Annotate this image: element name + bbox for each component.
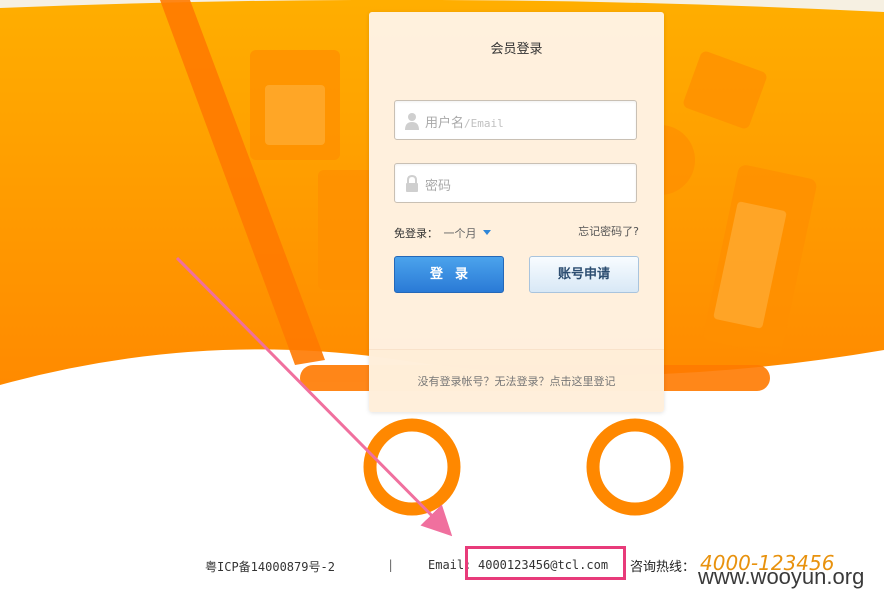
login-title: 会员登录 [490, 42, 543, 57]
register-hint-link[interactable]: 没有登录帐号？无法登录？点击这里登记 [369, 373, 664, 389]
remember-duration-value: 一个月 [443, 227, 477, 240]
icp-record: 粤ICP备14000879号-2 [205, 560, 335, 574]
apply-account-button[interactable]: 账号申请 [529, 256, 639, 293]
watermark: www.wooyun.org [698, 564, 865, 589]
remember-duration-select[interactable]: 一个月 [444, 227, 491, 240]
username-placeholder: 用户名 [425, 116, 465, 131]
chevron-down-icon [482, 230, 491, 235]
cart-wheel-right [586, 418, 684, 516]
login-card: 会员登录 用户名/Email 密码 免登录： 一个月 忘记密码了? 登录 账号申… [369, 12, 664, 412]
card-footer: 没有登录帐号？无法登录？点击这里登记 [369, 349, 664, 412]
lock-icon [406, 175, 418, 192]
user-icon [405, 113, 419, 130]
forgot-password-link[interactable]: 忘记密码了? [578, 223, 639, 239]
remember-label: 免登录： [394, 227, 438, 240]
username-placeholder-email: /Email [464, 117, 504, 130]
hotline-label: 咨询热线： [630, 560, 696, 575]
password-input[interactable]: 密码 [394, 163, 637, 203]
login-button[interactable]: 登录 [394, 256, 504, 293]
footer-separator: | [387, 558, 395, 572]
highlight-box [465, 546, 626, 580]
username-input[interactable]: 用户名/Email [394, 100, 637, 140]
password-placeholder: 密码 [425, 179, 452, 194]
remember-me: 免登录： 一个月 [394, 225, 491, 241]
